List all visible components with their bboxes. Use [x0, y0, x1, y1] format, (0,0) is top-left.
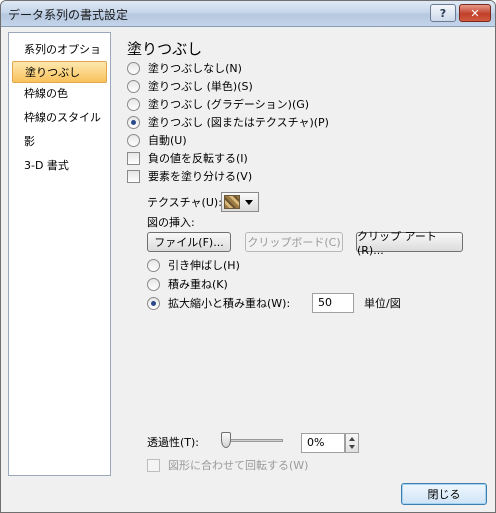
units-per-picture-input[interactable]: 50: [312, 293, 354, 313]
checkbox-label: 要素を塗り分ける(V): [148, 170, 253, 183]
sidebar-item-border-color[interactable]: 枠線の色: [12, 83, 107, 105]
radio-solid-fill[interactable]: 塗りつぶし (単色)(S): [127, 78, 253, 94]
close-window-button[interactable]: ✕: [459, 4, 491, 22]
option-label: 塗りつぶし (単色)(S): [148, 80, 253, 93]
option-label: 自動(U): [148, 134, 187, 147]
format-data-series-dialog: データ系列の書式設定 ? ✕ 系列のオプション 塗りつぶし 枠線の色 枠線のスタ…: [0, 0, 496, 513]
category-list: 系列のオプション 塗りつぶし 枠線の色 枠線のスタイル 影 3-D 書式: [8, 32, 111, 476]
radio-button[interactable]: [127, 115, 140, 129]
radio-no-fill[interactable]: 塗りつぶしなし(N): [127, 60, 242, 76]
radio-picture-texture-fill[interactable]: 塗りつぶし (図またはテクスチャ)(P): [127, 114, 329, 130]
file-button[interactable]: ファイル(F)...: [147, 232, 231, 252]
transparency-label: 透過性(T):: [147, 436, 200, 449]
sidebar-item-fill[interactable]: 塗りつぶし: [12, 61, 107, 83]
rotate-with-shape-checkbox[interactable]: 図形に合わせて回転する(W): [147, 457, 308, 473]
checkbox[interactable]: [127, 151, 140, 165]
radio-gradient-fill[interactable]: 塗りつぶし (グラデーション)(G): [127, 96, 309, 112]
help-button[interactable]: ?: [430, 4, 456, 22]
radio-button[interactable]: [147, 258, 160, 272]
fill-panel: 塗りつぶし 塗りつぶしなし(N) 塗りつぶし (単色)(S) 塗りつぶし (グラ…: [111, 32, 491, 482]
section-title: 塗りつぶし: [127, 40, 203, 58]
option-label: 拡大縮小と積み重ね(W):: [168, 297, 291, 310]
transparency-slider-thumb[interactable]: [221, 432, 231, 448]
units-label: 単位/図: [364, 297, 401, 310]
option-label: 塗りつぶし (図またはテクスチャ)(P): [148, 116, 329, 129]
sidebar-item-3d-format[interactable]: 3-D 書式: [12, 155, 107, 177]
transparency-input[interactable]: 0%: [301, 433, 345, 453]
spin-up-icon[interactable]: [349, 437, 355, 441]
radio-automatic[interactable]: 自動(U): [127, 132, 187, 148]
radio-stretch[interactable]: 引き伸ばし(H): [147, 257, 240, 273]
transparency-slider-track[interactable]: [223, 439, 283, 442]
clipboard-button[interactable]: クリップボード(C): [245, 232, 343, 252]
radio-button[interactable]: [127, 61, 140, 75]
texture-dropdown[interactable]: [221, 192, 259, 212]
radio-button[interactable]: [147, 296, 160, 310]
texture-swatch: [224, 195, 240, 209]
texture-label: テクスチャ(U):: [147, 196, 222, 209]
transparency-spinner[interactable]: [345, 433, 359, 453]
invert-if-negative-checkbox[interactable]: 負の値を反転する(I): [127, 150, 248, 166]
radio-button[interactable]: [127, 79, 140, 93]
radio-button[interactable]: [147, 277, 160, 291]
insert-from-label: 図の挿入:: [147, 216, 195, 229]
sidebar-item-series-options[interactable]: 系列のオプション: [12, 39, 107, 78]
sidebar-item-shadow[interactable]: 影: [12, 131, 107, 153]
vary-colors-checkbox[interactable]: 要素を塗り分ける(V): [127, 168, 252, 184]
option-label: 引き伸ばし(H): [168, 259, 240, 272]
checkbox-label: 負の値を反転する(I): [148, 152, 248, 165]
spin-down-icon[interactable]: [349, 445, 355, 449]
close-button[interactable]: 閉じる: [401, 483, 487, 505]
checkbox[interactable]: [127, 169, 140, 183]
option-label: 塗りつぶしなし(N): [148, 62, 242, 75]
checkbox[interactable]: [147, 458, 160, 472]
option-label: 塗りつぶし (グラデーション)(G): [148, 98, 310, 111]
option-label: 積み重ね(K): [168, 278, 228, 291]
chevron-down-icon: [245, 199, 253, 205]
title-bar: データ系列の書式設定 ? ✕: [1, 1, 495, 27]
checkbox-label: 図形に合わせて回転する(W): [168, 459, 309, 472]
dialog-title: データ系列の書式設定: [8, 8, 129, 22]
clip-art-button[interactable]: クリップ アート(R)...: [356, 230, 463, 257]
sidebar-item-border-style[interactable]: 枠線のスタイル: [12, 107, 107, 129]
radio-stack[interactable]: 積み重ね(K): [147, 276, 228, 292]
radio-button[interactable]: [127, 97, 140, 111]
radio-stack-and-scale[interactable]: 拡大縮小と積み重ね(W):: [147, 295, 290, 311]
radio-button[interactable]: [127, 133, 140, 147]
